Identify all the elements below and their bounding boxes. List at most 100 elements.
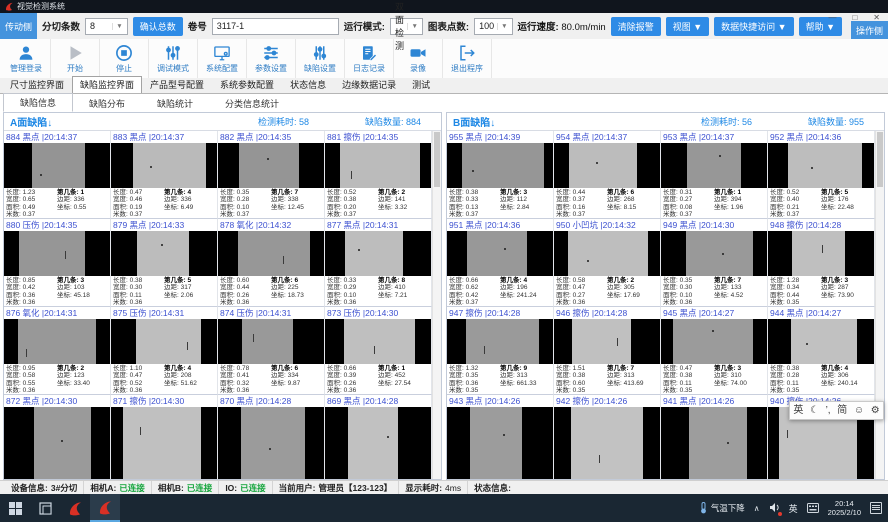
status-label: 当前用户: bbox=[279, 482, 316, 494]
status-label: 设备信息: bbox=[11, 482, 48, 494]
defect-cell[interactable]: 951 黑点 |20:14:36长度: 0.66宽度: 0.62面积: 0.42… bbox=[447, 219, 554, 307]
defect-cell[interactable]: 874 压伤 |20:14:31长度: 0.78宽度: 0.41面积: 0.32… bbox=[218, 307, 325, 395]
panel-scrollbar-thumb[interactable] bbox=[434, 132, 440, 187]
confirm-count-button[interactable]: 确认总数 bbox=[133, 17, 183, 36]
split-count-select[interactable]: 8 ▼ bbox=[85, 18, 128, 35]
tab-3[interactable]: 系统参数配置 bbox=[212, 76, 282, 93]
ime-item-1[interactable]: ☾ bbox=[810, 401, 819, 420]
defect-cell[interactable]: 883 黑点 |20:14:37长度: 0.47宽度: 0.46面积: 0.19… bbox=[111, 131, 218, 219]
defect-meta-right: 第几条: 3边距: 287坐标: 73.90 bbox=[821, 277, 872, 306]
panel-scrollbar[interactable] bbox=[432, 131, 441, 479]
defect-cell[interactable]: 878 氧化 |20:14:32长度: 0.60宽度: 0.44面积: 0.26… bbox=[218, 219, 325, 307]
defect-cell[interactable]: 950 小凹坑 |20:14:32长度: 0.58宽度: 0.47面积: 0.2… bbox=[554, 219, 661, 307]
clear-alarm-button[interactable]: 清除报警 bbox=[611, 17, 661, 36]
defect-cell[interactable]: 954 黑点 |20:14:37长度: 0.44宽度: 0.37面积: 0.16… bbox=[554, 131, 661, 219]
defect-cell[interactable]: 870 黑点 |20:14:28长度: 0.29宽度: 0.26面积: 0.08… bbox=[218, 395, 325, 479]
defect-cell[interactable]: 881 擦伤 |20:14:35长度: 0.52宽度: 0.38面积: 0.20… bbox=[325, 131, 432, 219]
ime-item-0[interactable]: 英 bbox=[793, 401, 803, 420]
tool-button-play[interactable]: 开始 bbox=[51, 39, 100, 78]
ime-language-button[interactable]: 英 bbox=[789, 502, 798, 515]
tool-button-user[interactable]: 管理登录 bbox=[2, 39, 51, 78]
defect-cell[interactable]: 952 黑点 |20:14:36长度: 0.52宽度: 0.40面积: 0.21… bbox=[768, 131, 875, 219]
defect-cell[interactable]: 941 黑点 |20:14:26长度: 0.30宽度: 0.25面积: 0.07… bbox=[661, 395, 768, 479]
pinned-app-button[interactable] bbox=[60, 494, 90, 522]
close-button[interactable]: ✕ bbox=[873, 14, 880, 22]
tool-button-params[interactable]: 参数设置 bbox=[247, 39, 296, 78]
tab-6[interactable]: 测试 bbox=[404, 76, 438, 93]
defect-cell[interactable]: 873 压伤 |20:14:30长度: 0.66宽度: 0.39面积: 0.26… bbox=[325, 307, 432, 395]
defect-cell[interactable]: 946 擦伤 |20:14:28长度: 1.51宽度: 0.38面积: 0.60… bbox=[554, 307, 661, 395]
tool-button-debug[interactable]: 调试模式 bbox=[149, 39, 198, 78]
keyboard-icon[interactable] bbox=[807, 503, 819, 513]
defect-cell[interactable]: 948 擦伤 |20:14:28长度: 1.28宽度: 0.34面积: 0.44… bbox=[768, 219, 875, 307]
tab-4[interactable]: 状态信息 bbox=[282, 76, 334, 93]
defect-cell[interactable]: 882 黑点 |20:14:35长度: 0.35宽度: 0.28面积: 0.10… bbox=[218, 131, 325, 219]
run-mode-select[interactable]: 双面检测 ▼ bbox=[390, 18, 423, 35]
defect-cell[interactable]: 945 黑点 |20:14:27长度: 0.47宽度: 0.38面积: 0.11… bbox=[661, 307, 768, 395]
defect-cell[interactable]: 955 黑点 |20:14:39长度: 0.38宽度: 0.33面积: 0.13… bbox=[447, 131, 554, 219]
defect-cell[interactable]: 879 黑点 |20:14:33长度: 0.38宽度: 0.30面积: 0.11… bbox=[111, 219, 218, 307]
panel-scrollbar-thumb[interactable] bbox=[877, 132, 883, 187]
active-app-button[interactable] bbox=[90, 494, 120, 522]
tool-button-log[interactable]: 日志记录 bbox=[345, 39, 394, 78]
clock-widget[interactable]: 20:14 2025/2/10 bbox=[828, 499, 861, 517]
defect-cell[interactable]: 942 擦伤 |20:14:26长度: 0.98宽度: 0.33面积: 0.31… bbox=[554, 395, 661, 479]
task-view-button[interactable] bbox=[30, 494, 60, 522]
volume-button[interactable] bbox=[769, 502, 780, 515]
defect-cell[interactable]: 875 压伤 |20:14:31长度: 1.10宽度: 0.47面积: 0.52… bbox=[111, 307, 218, 395]
defect-cell[interactable]: 871 擦伤 |20:14:30长度: 1.05宽度: 0.36面积: 0.38… bbox=[111, 395, 218, 479]
subtab-2[interactable]: 缺陷统计 bbox=[141, 95, 209, 112]
tool-button-label: 调试模式 bbox=[157, 63, 189, 74]
defect-cell[interactable]: 869 黑点 |20:14:28长度: 0.36宽度: 0.31面积: 0.11… bbox=[325, 395, 432, 479]
tool-button-system-config[interactable]: 系统配置 bbox=[198, 39, 247, 78]
defect-cell[interactable]: 877 黑点 |20:14:31长度: 0.33宽度: 0.29面积: 0.10… bbox=[325, 219, 432, 307]
defect-mark bbox=[150, 166, 152, 168]
defect-cell[interactable]: 876 氧化 |20:14:31长度: 0.95宽度: 0.58面积: 0.55… bbox=[4, 307, 111, 395]
defect-cell[interactable]: 872 黑点 |20:14:30长度: 0.41宽度: 0.33面积: 0.14… bbox=[4, 395, 111, 479]
meta-line: 宽度: 0.30 bbox=[663, 284, 714, 291]
defect-cell[interactable]: 884 黑点 |20:14:37长度: 1.23宽度: 0.65面积: 0.49… bbox=[4, 131, 111, 219]
view-menu-button[interactable]: 视图 ▼ bbox=[666, 17, 709, 36]
subtab-0[interactable]: 缺陷信息 bbox=[3, 93, 73, 112]
tab-1[interactable]: 缺陷监控界面 bbox=[72, 76, 142, 94]
tool-button-exit[interactable]: 退出程序 bbox=[443, 39, 492, 78]
meta-line: 坐标: 4.52 bbox=[714, 292, 765, 299]
defect-cell[interactable]: 953 黑点 |20:14:37长度: 0.31宽度: 0.27面积: 0.08… bbox=[661, 131, 768, 219]
ime-item-2[interactable]: ’, bbox=[826, 401, 831, 420]
ime-item-4[interactable]: ☺ bbox=[854, 401, 864, 420]
defect-count: 缺陷数量: 955 bbox=[808, 115, 864, 128]
start-button[interactable] bbox=[0, 494, 30, 522]
image-material-band bbox=[462, 143, 544, 188]
panel-scrollbar[interactable] bbox=[875, 131, 884, 479]
status-segment-6: 状态信息: bbox=[468, 481, 517, 494]
subtab-1[interactable]: 缺陷分布 bbox=[73, 95, 141, 112]
defect-meta: 长度: 0.33宽度: 0.29面积: 0.10米数: 0.36第几条: 8边距… bbox=[325, 276, 431, 306]
defect-meta: 长度: 1.23宽度: 0.65面积: 0.49米数: 0.37第几条: 1边距… bbox=[4, 188, 110, 218]
tool-button-defect-settings[interactable]: 缺陷设置 bbox=[296, 39, 345, 78]
meta-line: 坐标: 413.69 bbox=[607, 380, 658, 387]
meta-line: 宽度: 0.58 bbox=[6, 372, 57, 379]
defect-panel-a: A面缺陷↓检测耗时: 58缺陷数量: 884884 黑点 |20:14:37长度… bbox=[3, 112, 442, 480]
tab-5[interactable]: 边缘数据记录 bbox=[334, 76, 404, 93]
meta-line: 米数: 0.37 bbox=[449, 211, 500, 218]
maximize-button[interactable]: □ bbox=[852, 14, 857, 22]
action-center-button[interactable] bbox=[870, 502, 882, 514]
ime-item-5[interactable]: ⚙ bbox=[871, 401, 880, 420]
roll-number-input[interactable] bbox=[212, 18, 339, 35]
subtab-3[interactable]: 分类信息统计 bbox=[209, 95, 295, 112]
tab-2[interactable]: 产品型号配置 bbox=[142, 76, 212, 93]
quick-data-menu-button[interactable]: 数据快捷访问 ▼ bbox=[714, 17, 793, 36]
tray-expand-button[interactable]: ∧ bbox=[754, 504, 760, 513]
ime-item-3[interactable]: 简 bbox=[837, 401, 847, 420]
tab-0[interactable]: 尺寸监控界面 bbox=[2, 76, 72, 93]
defect-cell[interactable]: 943 黑点 |20:14:26长度: 0.36宽度: 0.30面积: 0.10… bbox=[447, 395, 554, 479]
defect-mark bbox=[484, 346, 485, 354]
defect-cell[interactable]: 880 压伤 |20:14:35长度: 0.85宽度: 0.42面积: 0.36… bbox=[4, 219, 111, 307]
defect-cell[interactable]: 949 黑点 |20:14:30长度: 0.35宽度: 0.30面积: 0.10… bbox=[661, 219, 768, 307]
weather-widget[interactable]: 气温下降 bbox=[699, 502, 745, 514]
defect-cell[interactable]: 944 黑点 |20:14:27长度: 0.38宽度: 0.28面积: 0.11… bbox=[768, 307, 875, 395]
defect-cell[interactable]: 947 擦伤 |20:14:28长度: 1.32宽度: 0.35面积: 0.36… bbox=[447, 307, 554, 395]
tool-button-stop[interactable]: 停止 bbox=[100, 39, 149, 78]
minimize-button[interactable]: — bbox=[828, 14, 836, 22]
chart-points-select[interactable]: 100 ▼ bbox=[474, 18, 512, 35]
